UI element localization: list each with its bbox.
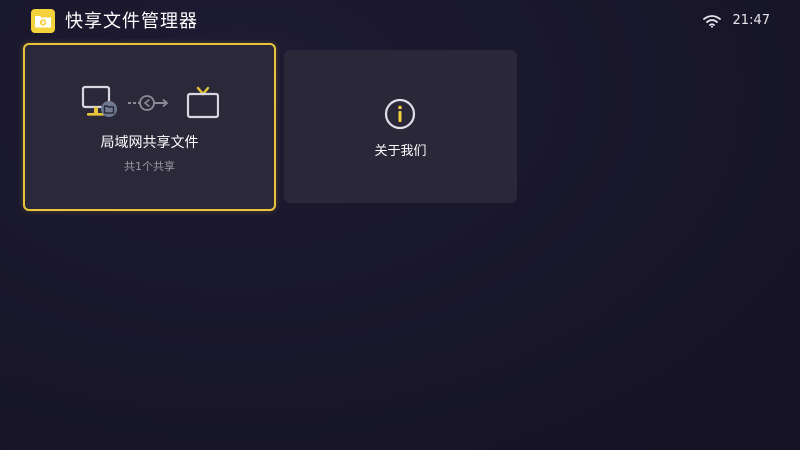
about-us-title: 关于我们: [374, 144, 427, 159]
computer-folder-icon: [81, 85, 117, 117]
share-illustration: [81, 85, 219, 119]
status-bar: 21:47: [702, 12, 770, 30]
app-title: 快享文件管理器: [65, 11, 198, 32]
wifi-icon: [702, 15, 721, 28]
lan-share-title: 局域网共享文件: [100, 135, 199, 151]
lan-share-card[interactable]: 局域网共享文件 共1个共享: [23, 43, 276, 211]
tv-icon: [186, 86, 219, 119]
lan-share-count: 共1个共享: [124, 160, 175, 173]
home-screen: 快享文件管理器 21:47 局域网共享文件 共1个共享 关于我们: [0, 0, 800, 450]
about-us-card[interactable]: 关于我们: [284, 50, 517, 203]
share-arrow-icon: [128, 95, 169, 111]
app-logo-icon: [31, 9, 55, 33]
info-icon: [384, 98, 416, 130]
clock: 21:47: [732, 13, 770, 28]
